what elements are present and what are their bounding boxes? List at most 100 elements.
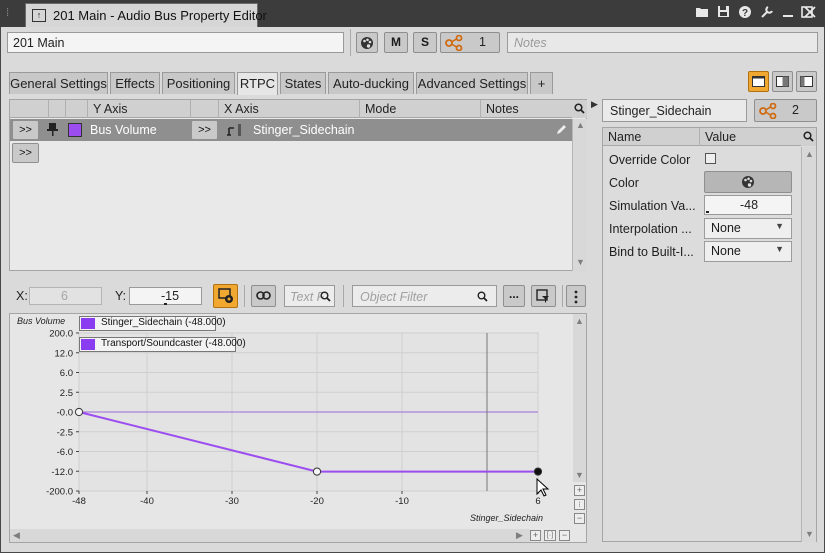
save-icon[interactable]: [714, 5, 732, 23]
x-expand-button[interactable]: >>: [191, 120, 218, 140]
rtpc-share-button[interactable]: 2: [754, 99, 817, 122]
browse-button[interactable]: ...: [503, 285, 525, 307]
y-slider-marker: [164, 303, 167, 305]
bus-graph-toggle-button[interactable]: [213, 284, 238, 308]
tab-advanced-settings[interactable]: Advanced Settings: [416, 72, 528, 94]
graph-vscrollbar[interactable]: ▲ ▼: [573, 314, 586, 482]
x-tick-label: -48: [72, 496, 86, 507]
interpolation-select[interactable]: None ▼: [704, 218, 792, 239]
text-filter-field[interactable]: Text F: [284, 285, 335, 307]
header-pin: [48, 100, 65, 118]
curve-point[interactable]: [74, 407, 84, 417]
scroll-up-icon[interactable]: ▲: [574, 316, 585, 326]
list-scrollbar[interactable]: ▲ ▼: [572, 119, 587, 271]
simulation-value-field[interactable]: -48: [704, 195, 792, 215]
scroll-up-icon[interactable]: ▲: [575, 120, 586, 130]
divider: [350, 29, 351, 56]
close-icon[interactable]: [801, 5, 819, 23]
tab-rtpc[interactable]: RTPC: [237, 72, 278, 95]
scroll-up-icon[interactable]: ▲: [804, 149, 815, 159]
tab-positioning[interactable]: Positioning: [162, 72, 235, 94]
mouse-cursor-icon: [536, 478, 550, 497]
object-name-field[interactable]: 201 Main: [7, 32, 344, 53]
graph-hscrollbar[interactable]: ◀ ▶: [10, 529, 530, 542]
maximize-icon[interactable]: [779, 5, 813, 23]
share-set-button[interactable]: 1: [440, 32, 500, 53]
zoom-out-vertical-button[interactable]: −: [574, 513, 585, 524]
tab-general-settings[interactable]: General Settings: [9, 72, 108, 94]
object-filter-field[interactable]: Object Filter: [352, 285, 497, 307]
legend-swatch: [81, 318, 95, 329]
scroll-down-icon[interactable]: ▼: [574, 470, 585, 480]
zoom-in-vertical-button[interactable]: +: [574, 485, 585, 496]
layout-columns-button[interactable]: [796, 71, 817, 92]
simulation-slider-marker: [706, 211, 709, 213]
layout-split-button[interactable]: [772, 71, 793, 92]
property-scrollbar[interactable]: ▲ ▼: [801, 147, 816, 542]
zoom-out-horizontal-button[interactable]: −: [559, 530, 570, 541]
tab-effects[interactable]: Effects: [110, 72, 160, 94]
header-x-axis[interactable]: X Axis: [218, 100, 359, 118]
layout-full-button[interactable]: [748, 71, 769, 92]
color-swatch[interactable]: [68, 123, 82, 137]
search-icon: [803, 131, 814, 142]
scroll-down-icon[interactable]: ▼: [804, 529, 815, 539]
more-options-button[interactable]: [566, 285, 586, 307]
override-color-checkbox[interactable]: [705, 153, 716, 164]
property-search-button[interactable]: [801, 128, 816, 146]
zoom-fit-vertical-button[interactable]: ⁝: [574, 499, 585, 510]
scroll-left-icon[interactable]: ◀: [13, 530, 20, 541]
palette-icon: [742, 176, 754, 188]
zoom-in-horizontal-button[interactable]: +: [530, 530, 541, 541]
filter-options-button[interactable]: [531, 285, 556, 307]
legend-item[interactable]: Stinger_Sidechain (-48.000): [79, 316, 226, 331]
y-expand-button[interactable]: >>: [12, 120, 39, 140]
header-value[interactable]: Value: [699, 128, 801, 146]
collapse-splitter-icon[interactable]: ▶: [591, 99, 598, 110]
tab-auto-ducking[interactable]: Auto-ducking: [328, 72, 414, 94]
list-search-button[interactable]: [572, 100, 587, 118]
pin-icon[interactable]: [47, 122, 58, 139]
property-label-interpolation: Interpolation ...: [609, 222, 692, 236]
y-value-field[interactable]: -15: [129, 287, 202, 305]
y-tick-label: -6.0: [57, 447, 73, 458]
help-icon[interactable]: ?: [736, 5, 754, 23]
y-tick-label: -12.0: [51, 467, 73, 478]
tab-states[interactable]: States: [280, 72, 326, 94]
color-palette-button[interactable]: [356, 32, 378, 53]
add-rtpc-button[interactable]: >>: [12, 143, 39, 163]
y-value: -15: [161, 289, 180, 303]
window-tab[interactable]: ↑ 201 Main - Audio Bus Property Editor: [25, 3, 267, 27]
legend-item[interactable]: Transport/Soundcaster (-48.000): [79, 337, 246, 352]
header-notes[interactable]: Notes: [480, 100, 572, 118]
rtpc-share-count: 2: [792, 103, 799, 117]
scroll-right-icon[interactable]: ▶: [516, 530, 523, 541]
add-tab-button[interactable]: +: [530, 72, 553, 94]
notes-field[interactable]: Notes: [507, 32, 818, 53]
rtpc-name-field[interactable]: Stinger_Sidechain: [602, 99, 747, 122]
interpolation-value: None: [711, 221, 741, 235]
zoom-fit-horizontal-button[interactable]: [·]: [544, 530, 556, 541]
x-label: X:: [16, 289, 28, 303]
curve-point[interactable]: [533, 467, 543, 476]
settings-icon[interactable]: [758, 5, 776, 23]
curve-point[interactable]: [312, 467, 322, 476]
mute-button[interactable]: M: [384, 32, 408, 53]
bus-icon: [218, 288, 233, 303]
header-mode[interactable]: Mode: [359, 100, 480, 118]
header-y-axis[interactable]: Y Axis: [87, 100, 190, 118]
table-row[interactable]: >> Bus Volume >> Stinger_Sidechain: [10, 119, 572, 141]
scroll-down-icon[interactable]: ▼: [575, 257, 586, 267]
color-picker-button[interactable]: [704, 171, 792, 193]
window-pin-icon[interactable]: ↑: [32, 9, 46, 22]
header-name[interactable]: Name: [603, 128, 699, 146]
x-value-field[interactable]: 6: [29, 287, 102, 305]
grip-icon[interactable]: ⁞: [6, 7, 14, 21]
link-button[interactable]: [251, 285, 276, 307]
bind-built-in-select[interactable]: None ▼: [704, 241, 792, 262]
filter-icon: [536, 289, 549, 303]
solo-button[interactable]: S: [413, 32, 437, 53]
edit-icon[interactable]: [555, 123, 568, 139]
folder-icon[interactable]: [693, 5, 711, 23]
simulation-value: -48: [740, 198, 759, 212]
